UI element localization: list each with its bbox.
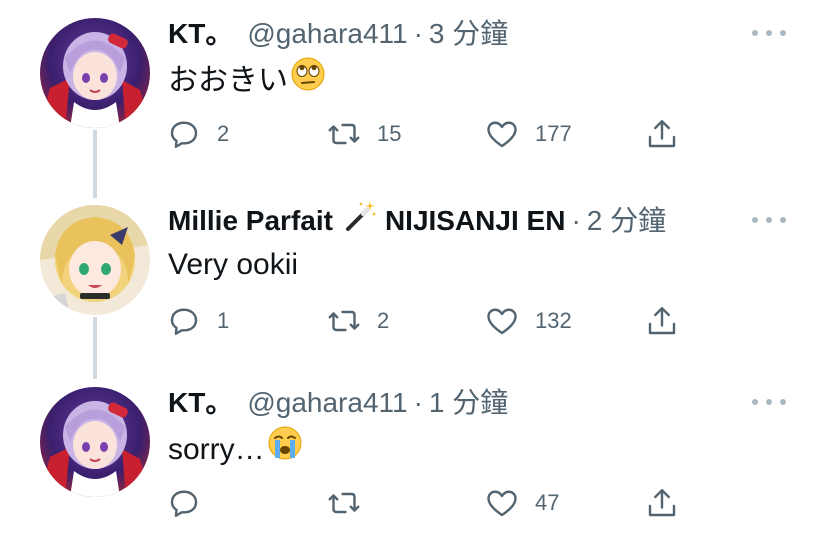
reply-button[interactable] xyxy=(166,483,217,523)
display-name-suffix[interactable]: NIJISANJI EN xyxy=(385,201,566,241)
reply-icon xyxy=(170,490,198,517)
like-button[interactable]: 177 xyxy=(484,114,572,154)
tweet-header: KT。 @gahara411 · 1 分鐘 xyxy=(168,383,508,423)
reply-button[interactable]: 2 xyxy=(166,114,229,154)
like-count: 177 xyxy=(535,121,572,146)
tweet-3[interactable]: KT。 @gahara411 · 1 分鐘 sorry… 47 xyxy=(0,369,828,551)
avatar-millie[interactable] xyxy=(40,205,150,315)
retweet-icon xyxy=(328,123,360,145)
magic-wand-icon xyxy=(343,199,377,244)
avatar-kt[interactable] xyxy=(40,18,150,128)
tweet-text: Very ookii xyxy=(168,248,299,281)
more-options-icon[interactable] xyxy=(752,215,786,225)
tweet-1[interactable]: KT。 @gahara411 · 3 分鐘 おおきい 2 15 177 xyxy=(0,0,828,198)
share-icon xyxy=(648,120,676,148)
share-icon xyxy=(648,307,676,335)
reply-count: 2 xyxy=(217,121,230,146)
eye-roll-emoji-icon xyxy=(290,56,326,105)
display-name[interactable]: KT。 xyxy=(168,14,233,54)
timestamp[interactable]: 1 分鐘 xyxy=(429,383,508,423)
handle[interactable]: @gahara411 xyxy=(247,383,407,423)
separator: · xyxy=(413,18,423,49)
retweet-count: 15 xyxy=(377,121,402,146)
retweet-button[interactable] xyxy=(326,483,377,523)
tweet-text: sorry… xyxy=(168,432,265,466)
timestamp[interactable]: 2 分鐘 xyxy=(587,201,666,241)
tweet-header: KT。 @gahara411 · 3 分鐘 xyxy=(168,14,508,54)
retweet-button[interactable]: 2 xyxy=(326,301,389,341)
reply-count: 1 xyxy=(217,308,230,333)
retweet-button[interactable]: 15 xyxy=(326,114,401,154)
share-button[interactable] xyxy=(644,114,680,154)
heart-icon xyxy=(487,121,517,148)
avatar-kt[interactable] xyxy=(40,387,150,497)
like-button[interactable]: 47 xyxy=(484,483,559,523)
reply-icon xyxy=(170,121,198,148)
tweet-text-row: sorry… xyxy=(168,425,303,474)
display-name[interactable]: Millie Parfait xyxy=(168,201,333,241)
tweet-text-row: Very ookii xyxy=(168,243,298,287)
heart-icon xyxy=(487,308,517,335)
separator: · xyxy=(413,387,423,418)
action-bar: 1 2 132 xyxy=(166,301,696,341)
reply-button[interactable]: 1 xyxy=(166,301,229,341)
tweet-header: Millie Parfait NIJISANJI EN · 2 分鐘 xyxy=(168,199,666,244)
display-name[interactable]: KT。 xyxy=(168,383,233,423)
timestamp[interactable]: 3 分鐘 xyxy=(429,14,508,54)
tweet-text-row: おおきい xyxy=(168,56,326,105)
share-button[interactable] xyxy=(644,483,680,523)
loudly-crying-emoji-icon xyxy=(267,425,303,474)
separator: · xyxy=(571,205,581,236)
handle[interactable]: @gahara411 xyxy=(247,14,407,54)
action-bar: 47 xyxy=(166,483,696,523)
like-count: 47 xyxy=(535,490,560,515)
heart-icon xyxy=(487,490,517,517)
reply-icon xyxy=(170,308,198,335)
share-icon xyxy=(648,489,676,517)
retweet-icon xyxy=(328,492,360,514)
like-button[interactable]: 132 xyxy=(484,301,572,341)
action-bar: 2 15 177 xyxy=(166,114,696,154)
more-options-icon[interactable] xyxy=(752,28,786,38)
retweet-icon xyxy=(328,310,360,332)
tweet-text: おおきい xyxy=(168,63,288,97)
like-count: 132 xyxy=(535,308,572,333)
tweet-2[interactable]: Millie Parfait NIJISANJI EN · 2 分鐘 Very … xyxy=(0,187,828,379)
share-button[interactable] xyxy=(644,301,680,341)
more-options-icon[interactable] xyxy=(752,397,786,407)
retweet-count: 2 xyxy=(377,308,390,333)
